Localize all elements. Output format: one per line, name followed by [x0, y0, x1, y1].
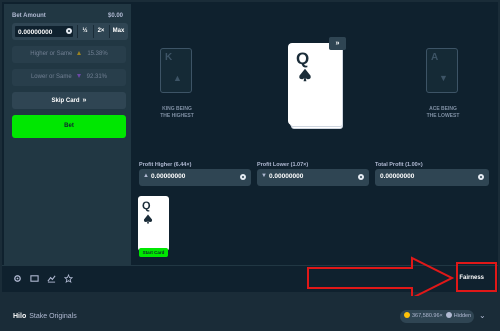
- half-bet-button[interactable]: ½: [77, 25, 92, 38]
- game-frame: Bet Amount $0.00 0.00000000 ½ 2× Max Hig…: [2, 2, 498, 292]
- profit-lower-value: 0.00000000: [269, 173, 304, 180]
- spade-icon: [143, 214, 153, 224]
- ace-caption: ACE BEING THE LOWEST: [423, 106, 463, 120]
- spade-icon: [299, 68, 311, 82]
- profit-higher-label: Profit Higher (6.44×): [139, 162, 192, 168]
- annotation-arrow-icon: [307, 256, 455, 300]
- ace-caption-line2: THE LOWEST: [426, 113, 460, 119]
- bet-sidebar: Bet Amount $0.00 0.00000000 ½ 2× Max Hig…: [4, 4, 131, 265]
- king-caption-line2: THE HIGHEST: [160, 113, 194, 119]
- hilo-app: Bet Amount $0.00 0.00000000 ½ 2× Max Hig…: [0, 0, 500, 331]
- higher-or-same-button[interactable]: Higher or Same 15.38%: [12, 46, 126, 63]
- bet-amount-label: Bet Amount: [12, 13, 46, 19]
- balance-pill[interactable]: 367,580.96× Hidden: [400, 310, 474, 323]
- higher-pct: 15.38%: [87, 51, 108, 57]
- game-name: Hilo: [13, 313, 27, 320]
- higher-label: Higher or Same: [30, 51, 73, 57]
- game-provider: Stake Originals: [29, 313, 77, 320]
- arrow-up-icon: [77, 51, 82, 55]
- bet-amount-usd: $0.00: [107, 13, 123, 19]
- stats-icon[interactable]: [46, 274, 56, 284]
- profit-higher-field: ▲ 0.00000000: [139, 169, 251, 186]
- arrow-down-icon: ▼: [439, 73, 448, 83]
- total-profit-value: 0.00000000: [380, 173, 415, 180]
- gear-icon[interactable]: [12, 274, 22, 284]
- bet-amount-input[interactable]: 0.00000000: [14, 25, 74, 38]
- arrow-down-icon: ▼: [261, 173, 267, 179]
- chevron-down-icon[interactable]: ⌄: [479, 311, 486, 320]
- chevron-double-right-icon: »: [82, 97, 87, 104]
- current-card-rank: Q: [296, 49, 310, 68]
- currency-coin-icon: [66, 28, 72, 34]
- skip-card-chip-button[interactable]: »: [329, 37, 346, 50]
- ace-caption-line1: ACE BEING: [429, 106, 457, 112]
- skip-card-label: Skip Card: [51, 98, 80, 104]
- bet-button[interactable]: Bet: [12, 115, 126, 138]
- profit-lower-label: Profit Lower (1.07×): [257, 162, 309, 168]
- profit-higher-value: 0.00000000: [151, 173, 186, 180]
- tv-icon[interactable]: [29, 274, 39, 284]
- start-card-tag: Start Card: [139, 248, 168, 257]
- king-ghost-card: K ▲: [160, 48, 192, 93]
- arrow-up-icon: ▲: [173, 73, 182, 83]
- profit-lower-field: ▼ 0.00000000: [257, 169, 369, 186]
- arrow-down-icon: [76, 74, 81, 78]
- currency-coin-icon: [358, 174, 364, 180]
- star-icon[interactable]: [63, 273, 73, 284]
- ace-ghost-letter: A: [431, 52, 439, 63]
- skip-card-button[interactable]: Skip Card»: [12, 92, 126, 109]
- game-footer: Hilo Stake Originals 367,580.96× Hidden ⌄: [0, 296, 500, 331]
- max-bet-button[interactable]: Max: [109, 25, 127, 38]
- fairness-highlight-box: [456, 262, 497, 292]
- coin-icon: [404, 312, 410, 318]
- total-profit-field: 0.00000000: [375, 169, 489, 186]
- balance-visibility: Hidden: [453, 313, 472, 319]
- currency-coin-icon: [478, 174, 484, 180]
- currency-coin-icon: [240, 174, 246, 180]
- current-card: Q: [288, 43, 342, 125]
- balance-value: 367,580.96×: [412, 313, 443, 319]
- total-profit-label: Total Profit (1.00×): [375, 162, 423, 168]
- double-bet-button[interactable]: 2×: [93, 25, 108, 38]
- ace-ghost-card: A ▼: [426, 48, 458, 93]
- bet-amount-control: 0.00000000 ½ 2× Max: [12, 23, 128, 40]
- history-card-rank: Q: [142, 200, 151, 212]
- king-caption: KING BEING THE HIGHEST: [157, 106, 197, 120]
- game-title: Hilo Stake Originals: [13, 313, 77, 320]
- eye-icon: [445, 312, 452, 318]
- lower-label: Lower or Same: [30, 74, 72, 80]
- lower-or-same-button[interactable]: Lower or Same 92.31%: [12, 69, 126, 86]
- king-caption-line1: KING BEING: [162, 106, 192, 112]
- king-ghost-letter: K: [165, 52, 173, 63]
- lower-pct: 92.31%: [86, 74, 108, 80]
- history-card: Q: [138, 196, 169, 251]
- arrow-up-icon: ▲: [143, 173, 149, 179]
